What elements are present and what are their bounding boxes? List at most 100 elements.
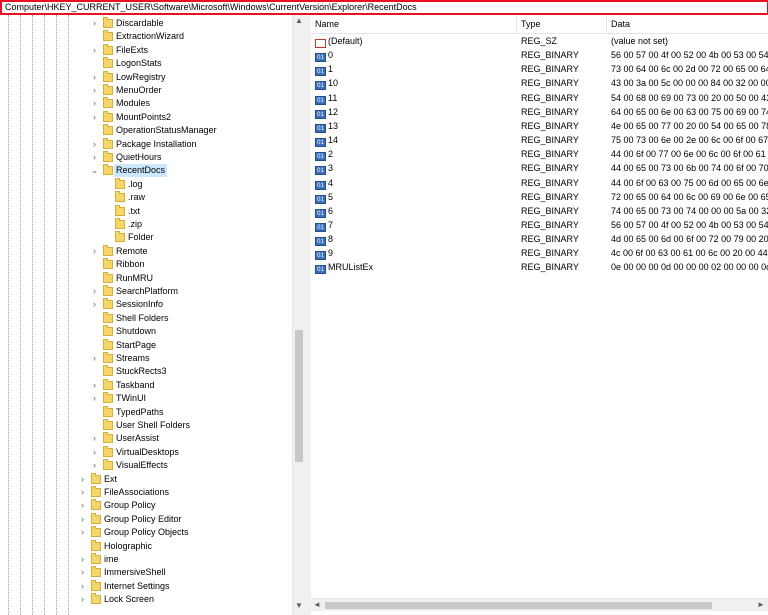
column-header-row: Name Type Data (311, 15, 768, 34)
tree-item-label: Group Policy (104, 500, 156, 511)
value-row[interactable]: 01 8 REG_BINARY 4d 00 65 00 6d 00 6f 00 72 … (311, 232, 768, 247)
folder-icon (91, 593, 101, 605)
chevron-right-icon[interactable]: › (90, 71, 99, 84)
chevron-right-icon[interactable]: › (90, 151, 99, 164)
value-row[interactable]: ab (Default) REG_SZ (value not set) (311, 34, 768, 48)
address-bar[interactable]: Computer\HKEY_CURRENT_USER\Software\Micr… (0, 0, 768, 15)
value-type: REG_BINARY (521, 262, 579, 273)
value-name: 5 (328, 191, 334, 202)
chevron-right-icon[interactable]: › (90, 352, 99, 365)
chevron-right-icon[interactable]: › (78, 593, 87, 606)
folder-icon (115, 218, 125, 229)
value-row[interactable]: 01 10 REG_BINARY 43 00 3a 00 5c 00 00 00 84… (311, 76, 768, 91)
chevron-right-icon[interactable]: › (90, 245, 99, 258)
chevron-right-icon (90, 325, 99, 338)
value-row[interactable]: 01 12 REG_BINARY 64 00 65 00 6e 00 63 00 75… (311, 105, 768, 119)
value-type: REG_BINARY (521, 205, 579, 216)
scroll-up-arrow-icon[interactable]: ▲ (293, 15, 305, 27)
chevron-right-icon[interactable]: › (90, 138, 99, 151)
chevron-right-icon[interactable]: › (78, 513, 87, 526)
tree-item-label: StartPage (116, 339, 157, 350)
column-header-name[interactable]: Name (311, 15, 517, 33)
chevron-down-icon[interactable]: ⌄ (90, 164, 99, 177)
folder-icon (91, 512, 101, 524)
chevron-right-icon[interactable]: › (90, 379, 99, 392)
chevron-right-icon[interactable]: › (90, 392, 99, 405)
tree-vertical-scrollbar[interactable]: ▲ ▼ (292, 15, 305, 615)
tree-scroll-thumb[interactable] (295, 330, 303, 462)
chevron-right-icon[interactable]: › (90, 432, 99, 445)
tree-item-label: TWinUI (116, 393, 146, 404)
value-data: (value not set) (611, 36, 669, 46)
folder-icon (103, 378, 113, 390)
chevron-right-icon[interactable]: › (90, 44, 99, 57)
value-row[interactable]: 01 7 REG_BINARY 56 00 57 00 4f 00 52 00 4b … (311, 218, 768, 232)
chevron-right-icon[interactable]: › (90, 17, 99, 30)
tree-guide (8, 15, 9, 615)
value-row[interactable]: 01 6 REG_BINARY 74 00 65 00 73 00 74 00 00 … (311, 204, 768, 218)
folder-icon (103, 258, 113, 270)
registry-tree[interactable]: › Discardable ExtractionWizard › FileExts Log… (0, 15, 305, 615)
value-name: 0 (328, 50, 334, 61)
scroll-left-arrow-icon[interactable]: ◄ (311, 599, 323, 611)
chevron-right-icon (90, 406, 99, 419)
tree-item-label: SearchPlatform (116, 286, 179, 296)
value-row[interactable]: 01 4 REG_BINARY 44 00 6f 00 63 00 75 00 6d … (311, 176, 768, 190)
value-name: 8 (328, 234, 334, 245)
value-row[interactable]: 01 1 REG_BINARY 73 00 64 00 6c 00 2d 00 72 … (311, 62, 768, 77)
chevron-right-icon[interactable]: › (78, 580, 87, 593)
value-type: REG_BINARY (521, 64, 579, 75)
tree-item-label: VisualEffects (116, 460, 168, 471)
chevron-right-icon[interactable]: › (78, 553, 87, 566)
value-row[interactable]: 01 5 REG_BINARY 72 00 65 00 64 00 6c 00 69 … (311, 190, 768, 204)
chevron-right-icon[interactable]: › (90, 97, 99, 110)
tree-item-label: Remote (116, 245, 148, 256)
value-row[interactable]: 01 3 REG_BINARY 44 00 65 00 73 00 6b 00 74 … (311, 161, 768, 176)
value-data: 44 00 65 00 73 00 6b 00 74 00 6f 00 70 0 (611, 163, 768, 174)
chevron-right-icon[interactable]: › (78, 499, 87, 512)
value-row[interactable]: 01 2 REG_BINARY 44 00 6f 00 77 00 6e 00 6c … (311, 147, 768, 162)
chevron-right-icon[interactable]: › (90, 84, 99, 97)
value-name: 14 (328, 135, 339, 146)
values-list[interactable]: Name Type Data ab (Default) REG_SZ (value n… (311, 15, 768, 615)
column-header-data[interactable]: Data (607, 15, 768, 33)
tree-item-label: VirtualDesktops (116, 446, 179, 457)
scroll-right-arrow-icon[interactable]: ► (755, 599, 767, 611)
binary-value-icon: 01 (315, 166, 326, 176)
chevron-right-icon[interactable]: › (78, 566, 87, 579)
chevron-right-icon[interactable]: › (90, 111, 99, 124)
values-scroll-thumb[interactable] (325, 602, 712, 609)
binary-value-icon: 01 (315, 95, 326, 105)
tree-item-label: ime (104, 554, 119, 564)
value-row[interactable]: 01 9 REG_BINARY 4c 00 6f 00 63 00 61 00 6c … (311, 246, 768, 261)
tree-item-label: ExtractionWizard (116, 31, 185, 42)
chevron-right-icon[interactable]: › (78, 526, 87, 539)
chevron-right-icon[interactable]: › (90, 459, 99, 472)
value-row[interactable]: 01 MRUListEx REG_BINARY 0e 00 00 00 0d 00 0… (311, 260, 768, 275)
tree-item-label: TypedPaths (116, 406, 164, 417)
folder-icon (103, 392, 113, 404)
chevron-right-icon (90, 419, 99, 432)
column-header-type[interactable]: Type (517, 15, 607, 33)
value-name: (Default) (328, 36, 363, 46)
value-row[interactable]: 01 13 REG_BINARY 4e 00 65 00 77 00 20 00 54… (311, 119, 768, 133)
chevron-right-icon[interactable]: › (90, 298, 99, 311)
binary-value-icon: 01 (315, 138, 326, 148)
value-row[interactable]: 01 0 REG_BINARY 56 00 57 00 4f 00 52 00 4b … (311, 48, 768, 63)
values-horizontal-scrollbar[interactable]: ◄ ► (311, 598, 768, 611)
scroll-down-arrow-icon[interactable]: ▼ (293, 600, 305, 612)
chevron-right-icon[interactable]: › (90, 285, 99, 298)
value-row[interactable]: 01 14 REG_BINARY 75 00 73 00 6e 00 2e 00 6c… (311, 133, 768, 148)
chevron-right-icon (102, 205, 111, 218)
chevron-right-icon[interactable]: › (78, 473, 87, 486)
binary-value-icon: 01 (315, 109, 326, 119)
value-row[interactable]: 01 11 REG_BINARY 54 00 68 00 69 00 73 00 20… (311, 91, 768, 105)
tree-item-label: FileExts (116, 44, 149, 55)
chevron-right-icon[interactable]: › (90, 446, 99, 459)
tree-item-label: LogonStats (116, 58, 162, 69)
tree-item-label: Internet Settings (104, 580, 170, 591)
folder-icon (115, 191, 125, 203)
chevron-right-icon[interactable]: › (78, 486, 87, 499)
binary-value-icon: 01 (315, 237, 326, 247)
value-type: REG_BINARY (521, 163, 579, 174)
